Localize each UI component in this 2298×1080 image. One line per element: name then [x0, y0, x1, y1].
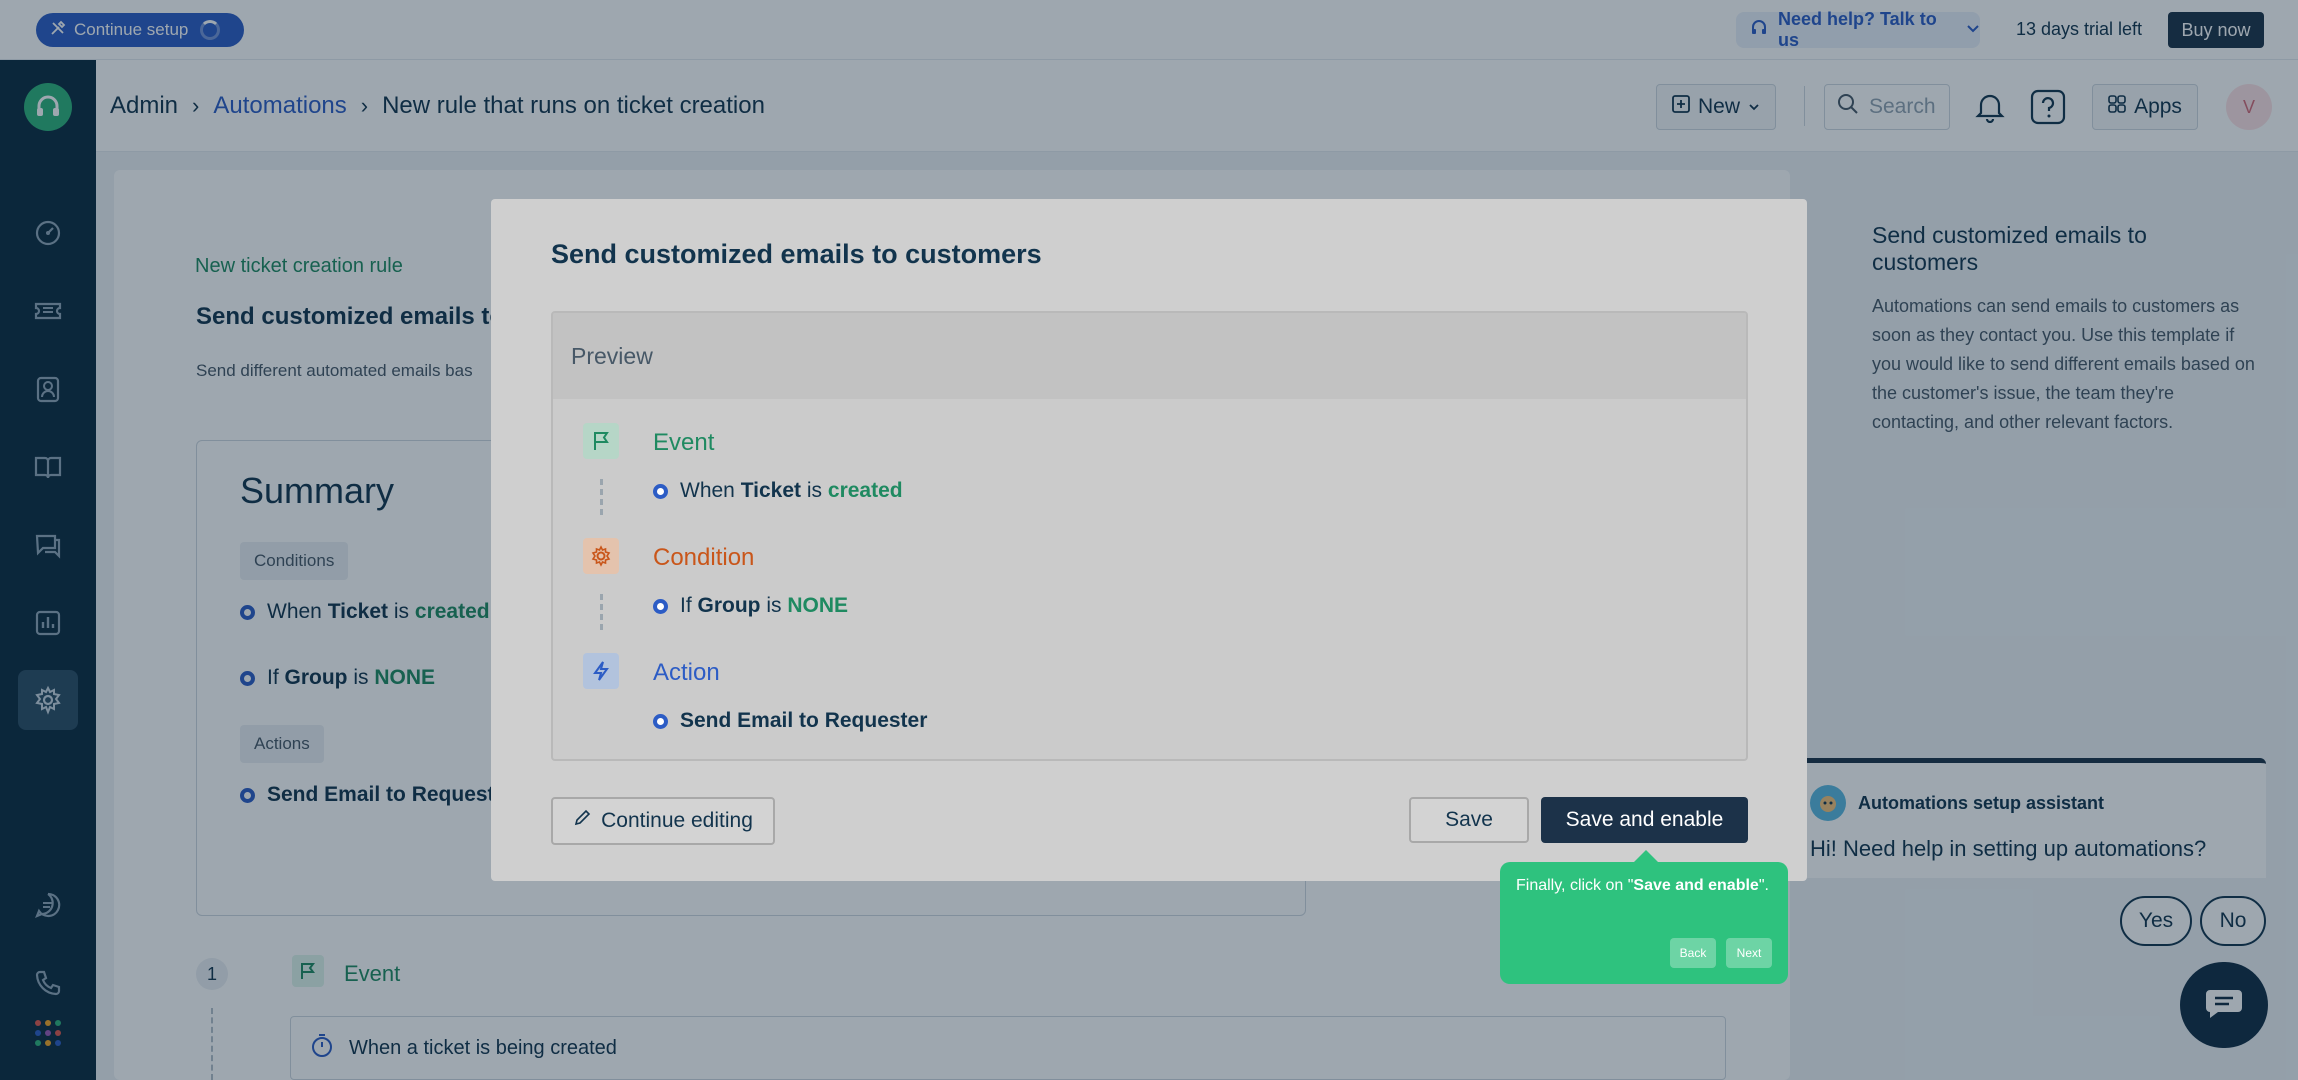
preview-label: Preview [553, 313, 1746, 399]
condition-line: If Group is NONE [653, 594, 848, 618]
event-connector [600, 479, 603, 515]
template-preview-modal: Send customized emails to customers Prev… [491, 199, 1807, 881]
walkthrough-tooltip: Finally, click on "Save and enable". Bac… [1500, 850, 1788, 984]
lightning-icon [583, 653, 619, 689]
action-label: Action [653, 659, 720, 686]
gear-icon [583, 538, 619, 574]
flag-icon [583, 423, 619, 459]
save-and-enable-button[interactable]: Save and enable [1541, 797, 1748, 843]
continue-editing-label: Continue editing [601, 809, 753, 832]
save-button[interactable]: Save [1409, 797, 1529, 843]
pencil-icon [573, 809, 591, 833]
event-label: Event [653, 429, 715, 456]
modal-title: Send customized emails to customers [551, 239, 1042, 269]
event-line: When Ticket is created [653, 479, 903, 503]
preview-panel: Preview Event When Ticket is created Con… [551, 311, 1748, 761]
bullet-icon [653, 483, 668, 499]
bullet-icon [653, 713, 668, 729]
bullet-icon [653, 598, 668, 614]
condition-label: Condition [653, 544, 755, 571]
tooltip-back-button[interactable]: Back [1670, 938, 1716, 968]
continue-editing-button[interactable]: Continue editing [551, 797, 775, 845]
tooltip-text: Finally, click on "Save and enable". [1516, 877, 1769, 894]
action-line: Send Email to Requester [653, 709, 927, 733]
condition-connector [600, 594, 603, 630]
tooltip-next-button[interactable]: Next [1726, 938, 1772, 968]
